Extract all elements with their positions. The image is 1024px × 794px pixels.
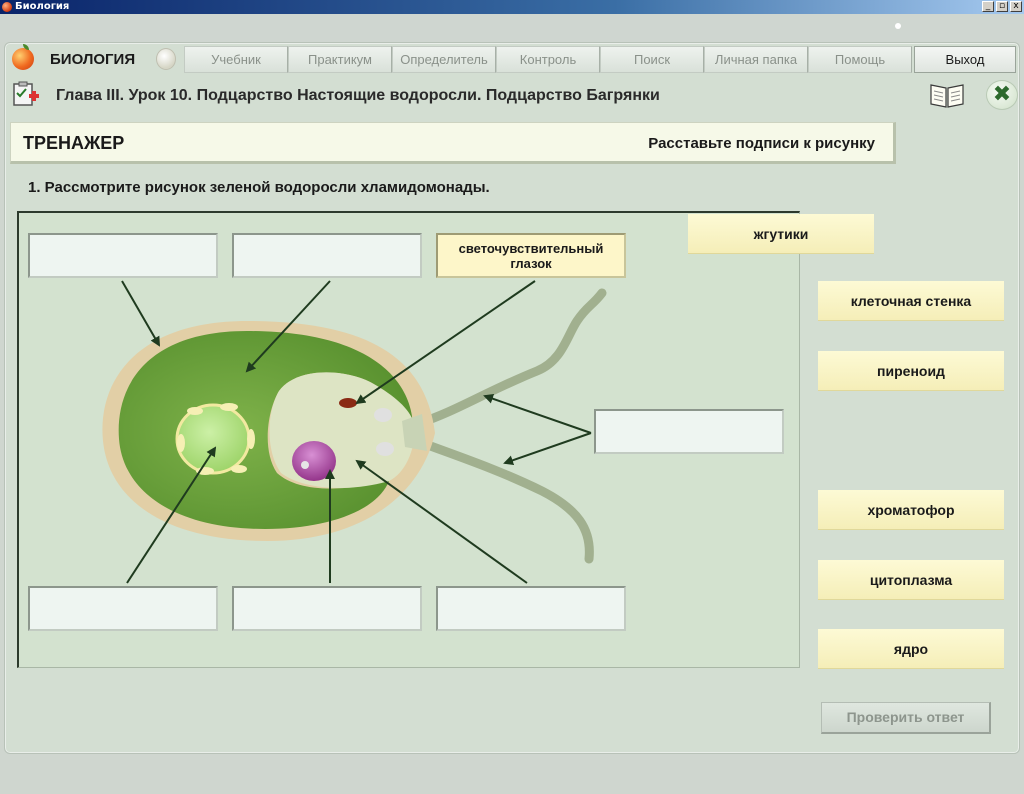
arrow-cytoplasm <box>355 459 528 584</box>
window-title: Биология <box>15 1 70 12</box>
arrow-flagellum-1 <box>483 393 592 434</box>
drop-box-bottom-right[interactable] <box>436 586 626 631</box>
checklist-icon <box>13 81 39 106</box>
nav-search[interactable]: Поиск <box>600 46 704 73</box>
trainer-header: ТРЕНАЖЕР Расставьте подписи к рисунку <box>10 122 896 164</box>
label-nucleus[interactable]: ядро <box>818 629 1004 669</box>
app-icon <box>2 2 12 12</box>
close-window-button[interactable]: x <box>1010 1 1022 12</box>
top-band <box>0 14 1024 42</box>
trainer-task: Расставьте подписи к рисунку <box>648 135 875 152</box>
arrow-cell-wall <box>121 280 161 347</box>
check-answer-button[interactable]: Проверить ответ <box>821 702 991 734</box>
book-icon[interactable] <box>928 80 966 110</box>
apple-logo-icon <box>12 44 34 70</box>
chapter-title: Глава III. Урок 10. Подцарство Настоящие… <box>56 87 660 104</box>
label-cytoplasm[interactable]: цитоплазма <box>818 560 1004 600</box>
nav-exit-button[interactable]: Выход <box>914 46 1016 73</box>
nav-personal-folder[interactable]: Личная папка <box>704 46 808 73</box>
egg-icon[interactable] <box>156 48 176 70</box>
chapter-header: Глава III. Урок 10. Подцарство Настоящие… <box>8 78 1020 114</box>
drop-box-top-middle[interactable] <box>232 233 422 278</box>
drop-box-right[interactable] <box>594 409 784 454</box>
brand-title: БИОЛОГИЯ <box>50 51 136 68</box>
nav-practicum[interactable]: Практикум <box>288 46 392 73</box>
label-chromatophore[interactable]: хроматофор <box>818 490 1004 530</box>
nav-identifier[interactable]: Определитель <box>392 46 496 73</box>
vacuole <box>374 408 392 422</box>
arrow-flagellum-2 <box>503 432 592 466</box>
drop-box-top-left[interactable] <box>28 233 218 278</box>
nav-textbook[interactable]: Учебник <box>184 46 288 73</box>
eyespot <box>339 398 357 408</box>
label-pyrenoid[interactable]: пиреноид <box>818 351 1004 391</box>
trainer-title: ТРЕНАЖЕР <box>23 133 125 153</box>
vacuole <box>376 442 394 456</box>
label-cell-wall[interactable]: клеточная стенка <box>818 281 1004 321</box>
minimize-button[interactable]: _ <box>982 1 994 12</box>
nav-control[interactable]: Контроль <box>496 46 600 73</box>
drop-box-top-right[interactable]: светочувствительный глазок <box>436 233 626 278</box>
window-titlebar: Биология _ ▫ x <box>0 0 1024 14</box>
label-flagella[interactable]: жгутики <box>688 214 874 254</box>
bottom-band <box>0 756 1024 794</box>
drop-box-bottom-left[interactable] <box>28 586 218 631</box>
drop-box-bottom-middle[interactable] <box>232 586 422 631</box>
close-icon[interactable]: ✖ <box>986 80 1018 110</box>
main-navigation: БИОЛОГИЯ Учебник Практикум Определитель … <box>8 44 1020 75</box>
restore-button[interactable]: ▫ <box>996 1 1008 12</box>
nav-help[interactable]: Помощь <box>808 46 912 73</box>
question-text: 1. Рассмотрите рисунок зеленой водоросли… <box>28 179 490 196</box>
flagellum-lower <box>412 436 594 564</box>
